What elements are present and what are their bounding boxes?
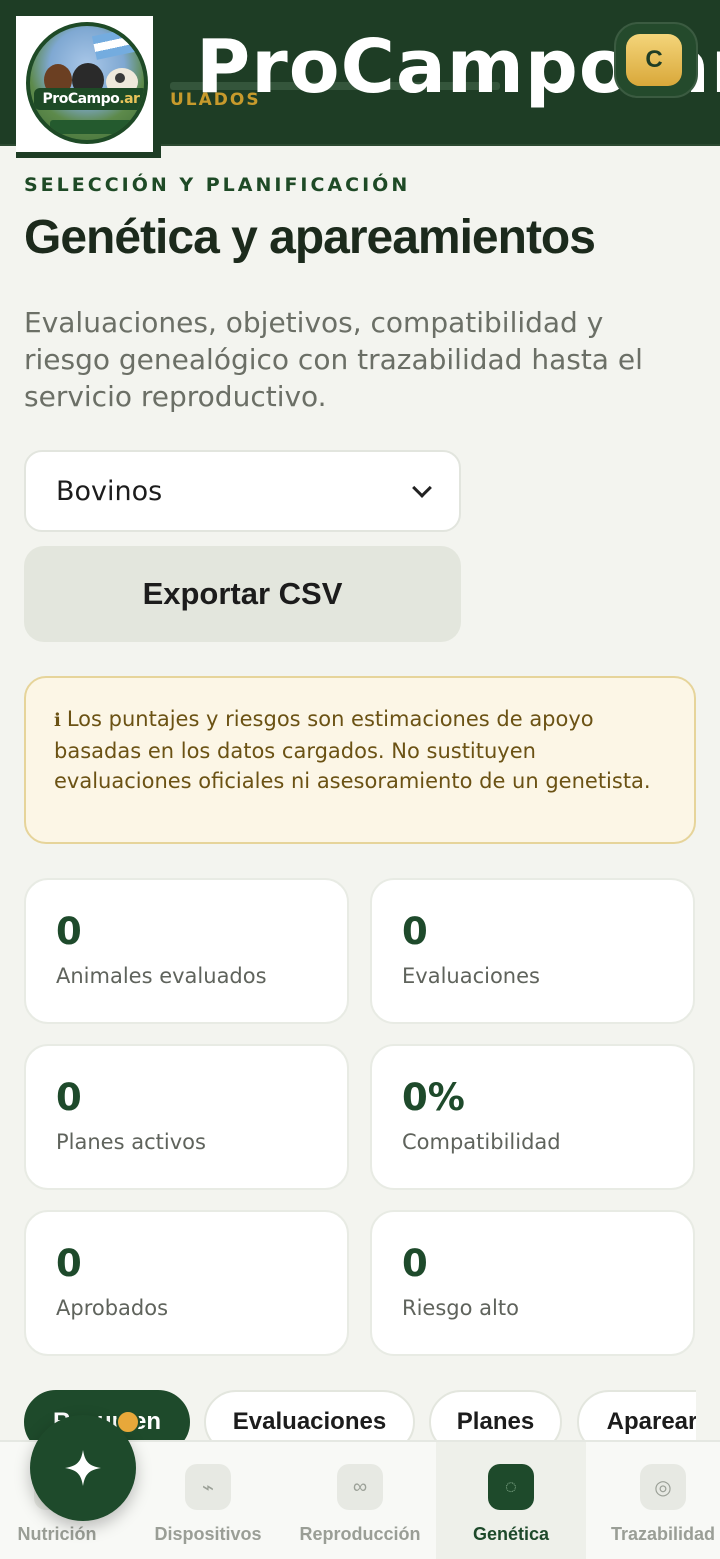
devices-icon: ⌁ — [185, 1464, 231, 1510]
nav-label: Genética — [472, 1524, 550, 1544]
nav-label: Dispositivos — [154, 1524, 262, 1544]
stat-label: Compatibilidad — [402, 1130, 561, 1154]
stat-value: 0 — [402, 910, 428, 953]
stat-label: Evaluaciones — [402, 964, 540, 988]
stat-value: 0 — [56, 1242, 82, 1285]
stat-card-aprobados: 0 Aprobados — [24, 1210, 349, 1356]
species-select[interactable]: Bovinos — [24, 450, 461, 532]
section-eyebrow: SELECCIÓN Y PLANIFICACIÓN — [24, 174, 411, 196]
stat-value: 0 — [56, 1076, 82, 1119]
page-title: Genética y apareamientos — [24, 211, 596, 264]
user-menu-button[interactable]: C — [614, 22, 698, 98]
nav-label: Trazabilidad — [610, 1524, 716, 1544]
sparkle-icon — [65, 1450, 101, 1486]
stat-label: Riesgo alto — [402, 1296, 519, 1320]
stat-value: 0 — [402, 1242, 428, 1285]
notice-text: Los puntajes y riesgos son estimaciones … — [54, 707, 651, 793]
nav-label: Nutrición — [17, 1524, 97, 1544]
logo-emblem: ProCampo.ar — [26, 22, 148, 144]
stat-card-compatibilidad: 0% Compatibilidad — [370, 1044, 695, 1190]
brand-logo[interactable]: ProCampo.ar — [16, 16, 161, 158]
export-csv-button[interactable]: Exportar CSV — [24, 546, 461, 642]
stat-card-riesgo-alto: 0 Riesgo alto — [370, 1210, 695, 1356]
stat-label: Animales evaluados — [56, 964, 267, 988]
disclaimer-notice: ℹ Los puntajes y riesgos son estimaciones… — [24, 676, 696, 844]
stat-card-animales-evaluados: 0 Animales evaluados — [24, 878, 349, 1024]
species-select-value: Bovinos — [56, 475, 163, 507]
nav-item-genetica[interactable]: ◌ Genética — [436, 1442, 586, 1559]
nav-item-reproduccion[interactable]: ∞ Reproducción — [285, 1442, 435, 1559]
reproduction-icon: ∞ — [337, 1464, 383, 1510]
notification-dot — [116, 1410, 140, 1434]
page-intro: SELECCIÓN Y PLANIFICACIÓN Genética y apa… — [24, 174, 696, 413]
stat-card-planes-activos: 0 Planes activos — [24, 1044, 349, 1190]
stat-label: Planes activos — [56, 1130, 206, 1154]
user-avatar: C — [626, 34, 682, 86]
traceability-icon: ◎ — [640, 1464, 686, 1510]
page-description: Evaluaciones, objetivos, compatibilidad … — [24, 306, 643, 413]
genetics-icon: ◌ — [488, 1464, 534, 1510]
info-icon: ℹ — [54, 710, 61, 731]
stat-label: Aprobados — [56, 1296, 169, 1320]
nav-item-trazabilidad[interactable]: ◎ Trazabilidad — [588, 1442, 720, 1559]
logo-strip — [50, 120, 132, 134]
stat-card-evaluaciones: 0 Evaluaciones — [370, 878, 695, 1024]
nav-label: Reproducción — [299, 1524, 421, 1544]
nav-item-dispositivos[interactable]: ⌁ Dispositivos — [133, 1442, 283, 1559]
chevron-down-icon — [412, 478, 432, 498]
stat-value: 0% — [402, 1076, 465, 1119]
stat-value: 0 — [56, 910, 82, 953]
logo-wordmark: ProCampo.ar — [34, 88, 144, 110]
